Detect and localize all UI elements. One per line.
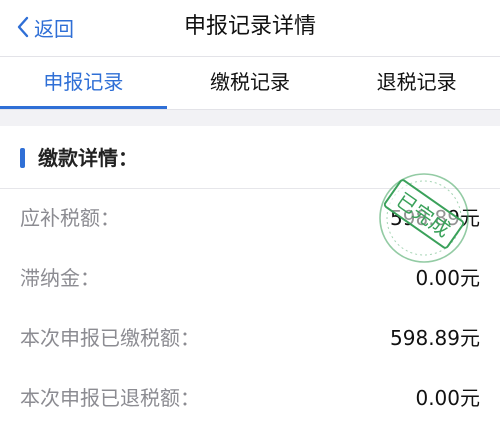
section-accent-bar [20,148,25,168]
row-value: 0.00元 [415,266,480,290]
payment-details-card: 缴款详情： 应补税额： 598.89元 滞纳金： 0.00元 本次申报已缴税额：… [0,126,500,439]
tab-refund-records[interactable]: 退税记录 [333,57,500,109]
row-value: 598.89元 [390,206,480,230]
row-label: 滞纳金： [20,266,100,290]
page-title: 申报记录详情 [183,14,316,39]
tab-payment-records[interactable]: 缴税记录 [167,57,334,109]
detail-row-tax-due: 应补税额： 598.89元 [0,188,500,248]
row-label: 应补税额： [20,206,120,230]
section-title: 缴款详情： [38,146,138,170]
tab-declaration-records[interactable]: 申报记录 [0,57,167,109]
navigation-bar: 返回 申报记录详情 [0,0,500,56]
row-label: 本次申报已退税额： [20,386,200,410]
detail-row-refunded-amount: 本次申报已退税额： 0.00元 [0,368,500,428]
section-header: 缴款详情： [0,126,500,189]
row-value: 0.00元 [415,386,480,410]
detail-row-paid-amount: 本次申报已缴税额： 598.89元 [0,308,500,368]
row-label: 本次申报已缴税额： [20,326,200,350]
tab-bar: 申报记录 缴税记录 退税记录 [0,57,500,109]
divider [0,109,500,110]
row-value: 598.89元 [390,326,480,350]
detail-row-late-fee: 滞纳金： 0.00元 [0,248,500,308]
